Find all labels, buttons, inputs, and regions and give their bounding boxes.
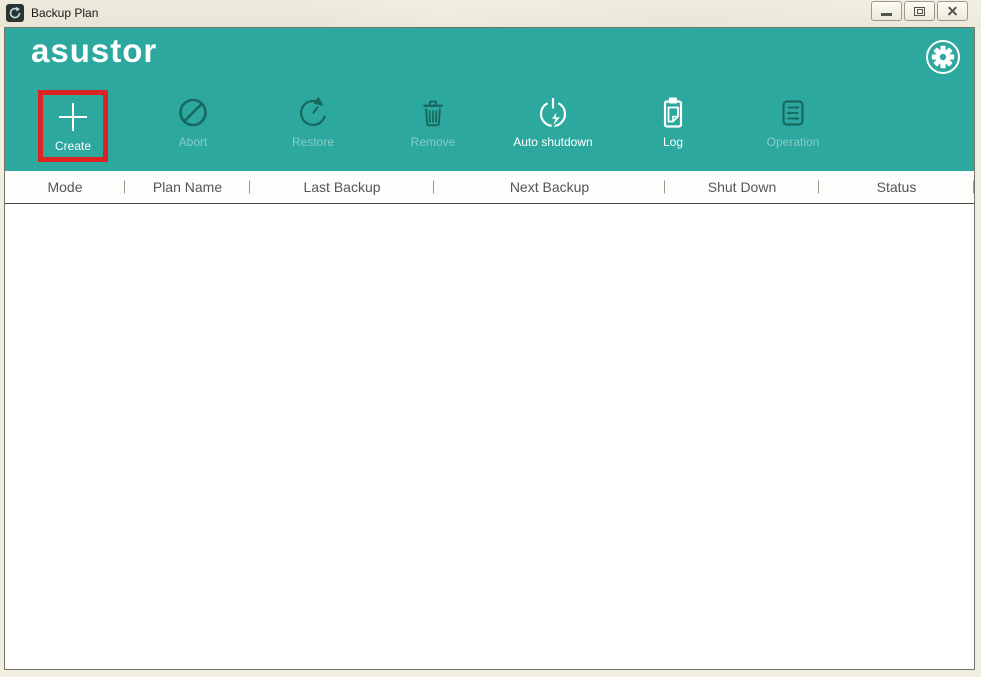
close-icon	[946, 6, 959, 17]
column-header-plan-name: Plan Name	[125, 179, 250, 195]
gear-icon	[926, 40, 960, 74]
toolbar-button-create[interactable]: Create	[13, 90, 133, 168]
close-button[interactable]	[937, 1, 968, 21]
toolbar-button-restore[interactable]: Restore	[253, 90, 373, 168]
settings-button[interactable]	[925, 39, 961, 75]
column-header-next-backup: Next Backup	[434, 179, 665, 195]
toolbar-label: Create	[54, 139, 92, 153]
toolbar-button-log[interactable]: Log	[613, 90, 733, 168]
toolbar-label: Auto shutdown	[513, 135, 593, 149]
maximize-icon	[914, 6, 925, 16]
abort-icon	[179, 98, 207, 127]
minimize-button[interactable]	[871, 1, 902, 21]
maximize-button[interactable]	[904, 1, 935, 21]
toolbar-button-operation[interactable]: Operation	[733, 90, 853, 168]
toolbar-button-abort[interactable]: Abort	[133, 90, 253, 168]
plan-table-header: Mode Plan Name Last Backup Next Backup S…	[5, 171, 974, 204]
plus-icon	[59, 103, 87, 131]
power-bolt-icon	[539, 98, 567, 129]
plan-list-area	[5, 204, 974, 669]
toolbar-label: Log	[662, 135, 684, 149]
column-header-last-backup: Last Backup	[250, 179, 434, 195]
toolbar-label: Abort	[178, 135, 208, 149]
column-header-shut-down: Shut Down	[665, 179, 819, 195]
app-header: asustor Create Abort Restore Remove Auto…	[5, 28, 974, 171]
trash-icon	[423, 100, 443, 127]
backup-app-icon	[6, 4, 24, 22]
toolbar-label: Operation	[766, 135, 820, 149]
minimize-icon	[881, 13, 892, 16]
window-controls	[869, 1, 968, 21]
restore-icon	[300, 96, 326, 127]
clipboard-icon	[663, 97, 683, 128]
asustor-logo: asustor	[31, 32, 158, 69]
toolbar: Create Abort Restore Remove Auto shutdow…	[13, 90, 853, 168]
titlebar[interactable]: Backup Plan	[0, 0, 981, 27]
toolbar-label: Remove	[410, 135, 456, 149]
window-title: Backup Plan	[31, 6, 99, 20]
toolbar-button-auto-shutdown[interactable]: Auto shutdown	[493, 90, 613, 168]
toolbar-button-remove[interactable]: Remove	[373, 90, 493, 168]
column-header-status: Status	[819, 179, 974, 195]
window-body: asustor Create Abort Restore Remove Auto…	[4, 27, 975, 670]
toolbar-label: Restore	[291, 135, 335, 149]
sliders-icon	[782, 100, 804, 126]
column-header-mode: Mode	[5, 179, 125, 195]
